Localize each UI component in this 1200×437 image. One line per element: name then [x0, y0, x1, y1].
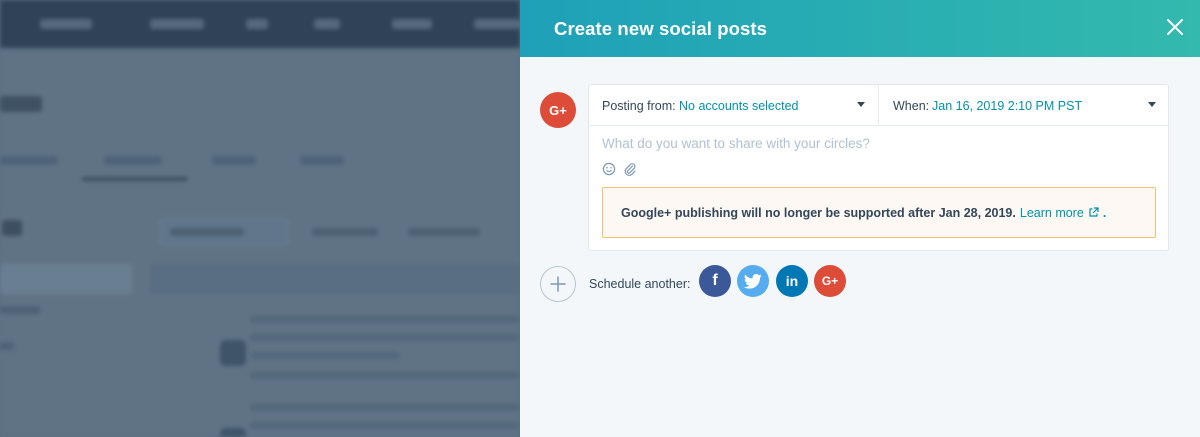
close-icon[interactable] [1166, 18, 1184, 36]
twitter-network-button[interactable] [737, 265, 769, 297]
post-compose-input[interactable]: What do you want to share with your circ… [602, 136, 870, 151]
linkedin-icon: in [785, 273, 799, 289]
background-nav-item [150, 19, 204, 29]
attachment-icon[interactable] [623, 162, 637, 176]
facebook-network-button[interactable]: f [699, 265, 731, 297]
post-editor-card: Posting from: No accounts selected When:… [588, 84, 1169, 251]
plus-icon [550, 276, 566, 292]
background-dropdown-text [312, 228, 378, 236]
googleplus-network-avatar: G+ [540, 92, 576, 128]
background-text-line [250, 334, 520, 341]
background-thumbnail [220, 428, 246, 437]
background-tab [212, 156, 256, 165]
chevron-down-icon[interactable] [857, 102, 865, 107]
background-text-line [250, 316, 520, 323]
external-link-icon[interactable] [1088, 207, 1099, 221]
background-tab [0, 156, 58, 165]
background-text-line [250, 422, 520, 429]
background-dropdown-text [170, 228, 244, 236]
add-post-button[interactable] [540, 266, 576, 302]
background-tab [104, 156, 162, 165]
background-page-title [0, 96, 42, 112]
background-top-nav [0, 0, 520, 48]
notice-trailing-period: . [1102, 206, 1107, 220]
emoji-icon[interactable] [602, 162, 616, 176]
when-label: When: [893, 99, 930, 113]
background-app-blurred [0, 0, 520, 437]
background-nav-item [246, 19, 268, 29]
background-nav-item [314, 19, 340, 29]
background-text-line [250, 404, 520, 411]
facebook-icon: f [712, 272, 718, 289]
learn-more-link-text[interactable]: Learn more [1020, 206, 1084, 220]
googleplus-deprecation-notice: Google+ publishing will no longer be sup… [602, 187, 1156, 238]
posting-from-label: Posting from: [602, 99, 676, 113]
twitter-icon [744, 273, 762, 289]
background-sidebar-item [0, 264, 132, 294]
background-tab-underline [82, 177, 188, 181]
when-value[interactable]: Jan 16, 2019 2:10 PM PST [932, 99, 1082, 113]
learn-more-link[interactable]: Learn more [1020, 206, 1099, 220]
create-social-posts-panel: Create new social posts G+ Posting from:… [520, 0, 1200, 437]
googleplus-icon: G+ [821, 274, 839, 288]
background-sidebar-item [0, 306, 40, 314]
notice-text-line: Google+ publishing will no longer be sup… [621, 206, 1106, 221]
panel-header: Create new social posts [520, 0, 1200, 57]
background-thumbnail [220, 340, 246, 366]
background-nav-item [40, 19, 92, 29]
background-nav-item [392, 19, 432, 29]
googleplus-network-button[interactable]: G+ [814, 265, 846, 297]
chevron-down-icon[interactable] [1148, 102, 1156, 107]
background-tab [300, 156, 344, 165]
background-icon [2, 220, 22, 236]
background-sidebar-item [0, 342, 14, 350]
posting-from-value[interactable]: No accounts selected [679, 99, 799, 113]
background-table-header [150, 264, 520, 294]
notice-message: Google+ publishing will no longer be sup… [621, 206, 1016, 220]
linkedin-network-button[interactable]: in [776, 265, 808, 297]
divider [878, 85, 879, 126]
panel-title: Create new social posts [554, 18, 768, 39]
background-nav-item [474, 19, 520, 29]
background-text-line [250, 372, 520, 379]
background-text-line [250, 352, 400, 359]
schedule-another-label: Schedule another: [589, 277, 691, 291]
background-dropdown-text [408, 228, 480, 236]
post-settings-row: Posting from: No accounts selected When:… [589, 85, 1168, 126]
